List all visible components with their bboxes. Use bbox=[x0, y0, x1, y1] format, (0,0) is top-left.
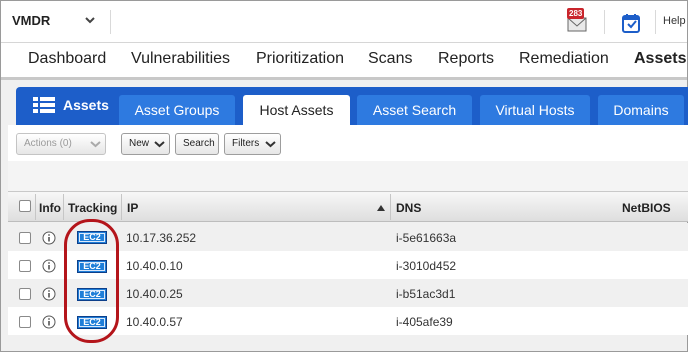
divider bbox=[110, 10, 111, 34]
info-icon[interactable] bbox=[42, 315, 56, 329]
chevron-down-icon bbox=[265, 141, 276, 148]
tab-asset-groups[interactable]: Asset Groups bbox=[119, 95, 235, 125]
app-selector[interactable]: VMDR bbox=[12, 13, 50, 28]
toolbar bbox=[8, 125, 688, 161]
ip-cell[interactable]: 10.17.36.252 bbox=[126, 231, 196, 245]
tab-asset-search[interactable]: Asset Search bbox=[357, 95, 472, 125]
column-divider bbox=[63, 194, 64, 220]
actions-button-label: Actions (0) bbox=[24, 138, 72, 149]
column-header-info[interactable]: Info bbox=[39, 201, 61, 215]
search-button-label: Search bbox=[183, 138, 215, 149]
column-divider bbox=[121, 194, 122, 220]
notification-badge: 283 bbox=[567, 8, 585, 19]
tab-host-assets[interactable]: Host Assets bbox=[243, 95, 350, 126]
row-checkbox[interactable] bbox=[19, 316, 31, 328]
nav-dashboard[interactable]: Dashboard bbox=[28, 50, 106, 68]
filters-button[interactable]: Filters bbox=[224, 133, 281, 155]
tab-domains[interactable]: Domains bbox=[598, 95, 684, 125]
ip-cell[interactable]: 10.40.0.10 bbox=[126, 259, 183, 273]
dns-cell: i-3010d452 bbox=[396, 259, 457, 273]
nav-vulnerabilities[interactable]: Vulnerabilities bbox=[131, 50, 230, 68]
divider bbox=[655, 10, 656, 34]
tab-virtual-hosts[interactable]: Virtual Hosts bbox=[480, 95, 590, 125]
grid-list-icon bbox=[33, 97, 55, 113]
filters-button-label: Filters bbox=[232, 138, 260, 149]
nav-assets[interactable]: Assets bbox=[634, 50, 686, 68]
row-checkbox[interactable] bbox=[19, 260, 31, 272]
info-icon[interactable] bbox=[42, 231, 56, 245]
column-header-ip[interactable]: IP bbox=[127, 201, 138, 215]
column-header-netbios[interactable]: NetBIOS bbox=[622, 201, 671, 215]
help-link[interactable]: Help bbox=[663, 15, 686, 27]
highlight-annotation bbox=[64, 219, 119, 343]
nav-scans[interactable]: Scans bbox=[368, 50, 412, 68]
new-button-label: New bbox=[129, 138, 150, 149]
nav-remediation[interactable]: Remediation bbox=[519, 50, 609, 68]
dns-cell: i-405afe39 bbox=[396, 315, 453, 329]
chevron-down-icon bbox=[154, 141, 165, 148]
sort-asc-icon[interactable] bbox=[377, 205, 385, 211]
chevron-down-icon bbox=[90, 141, 101, 148]
chevron-down-icon[interactable] bbox=[84, 14, 96, 26]
row-checkbox[interactable] bbox=[19, 232, 31, 244]
nav-reports[interactable]: Reports bbox=[438, 50, 494, 68]
search-button[interactable]: Search bbox=[175, 133, 219, 155]
new-button[interactable]: New bbox=[121, 133, 170, 155]
row-checkbox[interactable] bbox=[19, 288, 31, 300]
column-divider bbox=[390, 194, 391, 220]
select-all-checkbox[interactable] bbox=[19, 200, 31, 212]
calendar-icon[interactable] bbox=[620, 12, 642, 34]
ip-cell[interactable]: 10.40.0.57 bbox=[126, 315, 183, 329]
module-title: Assets bbox=[63, 97, 109, 113]
column-header-tracking[interactable]: Tracking bbox=[68, 201, 117, 215]
ip-cell[interactable]: 10.40.0.25 bbox=[126, 287, 183, 301]
filter-area bbox=[8, 161, 688, 191]
actions-button[interactable]: Actions (0) bbox=[16, 133, 106, 155]
main-nav: Dashboard Vulnerabilities Prioritization… bbox=[1, 44, 687, 78]
dns-cell: i-5e61663a bbox=[396, 231, 457, 245]
column-header-dns[interactable]: DNS bbox=[396, 201, 421, 215]
nav-prioritization[interactable]: Prioritization bbox=[256, 50, 344, 68]
dns-cell: i-b51ac3d1 bbox=[396, 287, 456, 301]
info-icon[interactable] bbox=[42, 259, 56, 273]
divider bbox=[604, 10, 605, 34]
info-icon[interactable] bbox=[42, 287, 56, 301]
column-divider bbox=[35, 194, 36, 220]
